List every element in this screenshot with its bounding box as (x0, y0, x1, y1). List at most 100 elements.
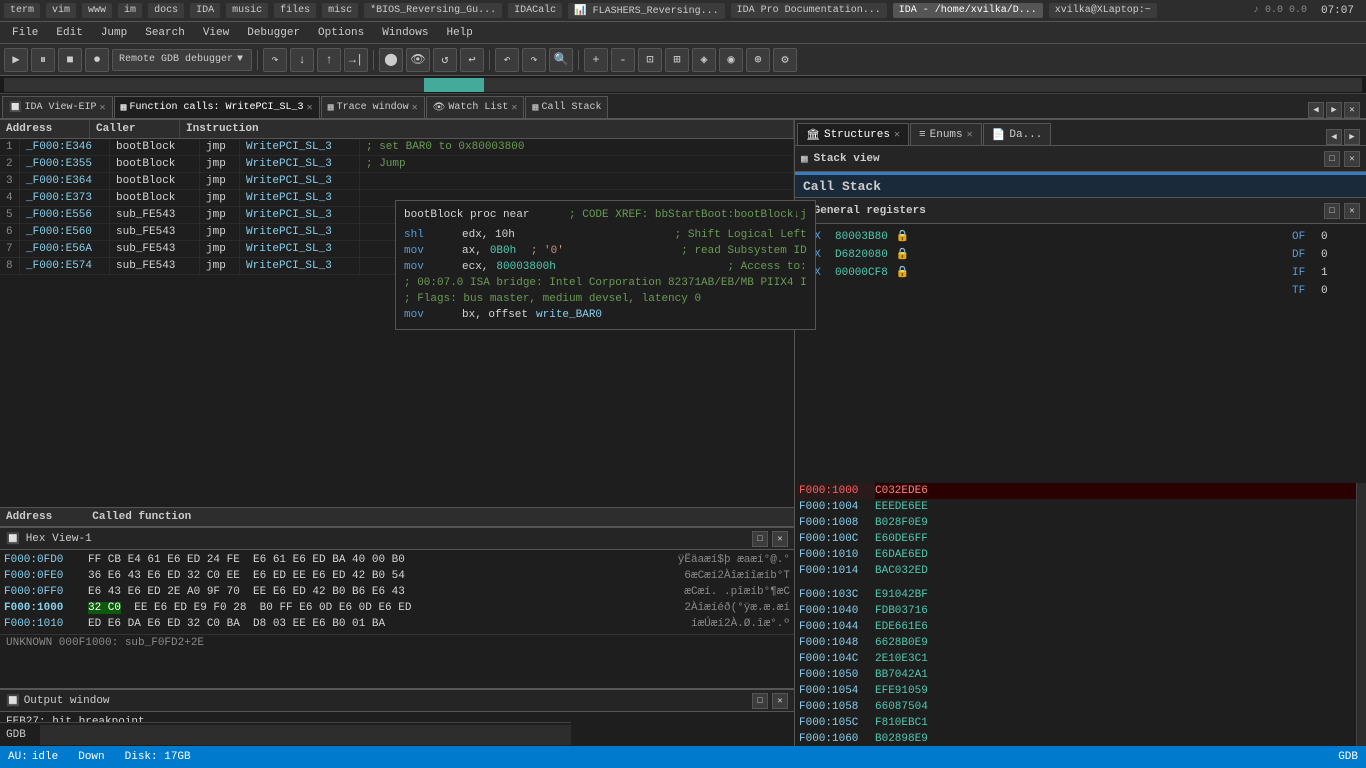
hex-view-close[interactable]: ✕ (772, 531, 788, 547)
debugger-dropdown[interactable]: Remote GDB debugger ▼ (112, 49, 252, 71)
menu-debugger[interactable]: Debugger (239, 25, 308, 41)
zoom-out-button[interactable]: - (611, 48, 635, 72)
record-button[interactable]: ⏺ (85, 48, 109, 72)
tab-watch-label: Watch List (448, 102, 508, 113)
search-button[interactable]: 🔍 (549, 48, 573, 72)
step-out-button[interactable]: ↑ (317, 48, 341, 72)
undo-button[interactable]: ↶ (495, 48, 519, 72)
step-into-button[interactable]: ↓ (290, 48, 314, 72)
title-tab-ida-home[interactable]: IDA - /home/xvilka/D... (893, 3, 1043, 18)
status-bar: AU: idle Down Disk: 17GB GDB (0, 746, 1366, 768)
title-tab-im[interactable]: im (118, 3, 142, 18)
stack-view-minimize[interactable]: □ (1324, 151, 1340, 167)
tab-nav-right[interactable]: ▶ (1326, 102, 1342, 118)
tab-watch-close[interactable]: ✕ (511, 102, 517, 114)
title-tab-bios[interactable]: *BIOS_Reversing_Gu... (364, 3, 502, 18)
code-line-mov3: mov bx, offset write_BAR0 (404, 307, 807, 323)
menu-edit[interactable]: Edit (48, 25, 90, 41)
tab-trace-close[interactable]: ✕ (412, 102, 418, 114)
tab-watch[interactable]: 👁 Watch List ✕ (426, 96, 525, 118)
bottom-section: 🔲 Hex View-1 □ ✕ F000:0FD0 FF CB E4 61 E… (0, 526, 794, 768)
registers-close[interactable]: ✕ (1344, 203, 1360, 219)
step-back-button[interactable]: ↩ (460, 48, 484, 72)
play-button[interactable]: ▶ (4, 48, 28, 72)
enums-close[interactable]: ✕ (967, 129, 973, 141)
output-minimize[interactable]: □ (752, 693, 768, 709)
stack-row: F000:1004 EEEDE6EE (795, 499, 1356, 515)
title-tab-idadoc[interactable]: IDA Pro Documentation... (731, 3, 887, 18)
tab-func-calls[interactable]: ▦ Function calls: WritePCI_SL_3 ✕ (114, 96, 320, 118)
hex-view-minimize[interactable]: □ (752, 531, 768, 547)
call-stack-title-text: Call Stack (803, 179, 881, 194)
breakpoint-button[interactable]: ⬤ (379, 48, 403, 72)
separator-2 (373, 50, 374, 70)
tab-structures[interactable]: 🏛 Structures ✕ (797, 123, 909, 145)
title-tab-music[interactable]: music (226, 3, 268, 18)
menu-view[interactable]: View (195, 25, 237, 41)
graph-button[interactable]: ◈ (692, 48, 716, 72)
table-row[interactable]: 2 _F000:E355 bootBlock jmp WritePCI_SL_3… (0, 156, 794, 173)
tab-enums[interactable]: ≡ Enums ✕ (910, 123, 982, 145)
da-icon: 📄 (992, 128, 1006, 142)
output-close[interactable]: ✕ (772, 693, 788, 709)
toolbar: ▶ ⏸ ■ ⏺ Remote GDB debugger ▼ ↷ ↓ ↑ →| ⬤… (0, 44, 1366, 76)
header-address: Address (0, 120, 90, 138)
fit-button[interactable]: ⊡ (638, 48, 662, 72)
output-title: Output window (24, 695, 110, 707)
watch-button[interactable]: 👁 (406, 48, 430, 72)
pause-button[interactable]: ⏸ (31, 48, 55, 72)
hex-view-header: 🔲 Hex View-1 □ ✕ (0, 528, 794, 550)
registers-minimize[interactable]: □ (1324, 203, 1340, 219)
title-tab-misc[interactable]: misc (322, 3, 358, 18)
status-disk-value: Disk: 17GB (125, 751, 191, 763)
zoom-in-button[interactable]: + (584, 48, 608, 72)
menu-file[interactable]: File (4, 25, 46, 41)
tab-trace[interactable]: ▦ Trace window ✕ (321, 96, 425, 118)
hex-view: 🔲 Hex View-1 □ ✕ F000:0FD0 FF CB E4 61 E… (0, 528, 794, 688)
title-tab-terminal[interactable]: xvilka@XLaptop:~ (1049, 3, 1157, 18)
tab-da[interactable]: 📄 Da... (983, 123, 1052, 145)
gdb-input[interactable] (40, 725, 571, 745)
stack-row: F000:1014 BAC032ED (795, 563, 1356, 579)
reg-row-ecx: ECX D6820080 🔒 (801, 246, 1280, 264)
reg-row-eax: EAX 80003B80 🔒 (801, 228, 1280, 246)
nav-button[interactable]: ◉ (719, 48, 743, 72)
tab-close-all[interactable]: ✕ (1344, 102, 1360, 118)
title-tab-idacalc[interactable]: IDACalc (508, 3, 562, 18)
tab-ida-view[interactable]: 🔲 IDA View-EIP ✕ (2, 96, 113, 118)
extra-button[interactable]: ⊕ (746, 48, 770, 72)
title-tab-flashers[interactable]: 📊 FLASHERS_Reversing... (568, 3, 724, 19)
tab-func-calls-close[interactable]: ✕ (307, 102, 313, 114)
menu-jump[interactable]: Jump (93, 25, 135, 41)
stack-scrollbar[interactable] (1356, 483, 1366, 768)
structures-close[interactable]: ✕ (894, 129, 900, 141)
tab-nav-left[interactable]: ◀ (1308, 102, 1324, 118)
settings-button[interactable]: ⚙ (773, 48, 797, 72)
gdb-status-label: GDB (1338, 751, 1358, 763)
stack-view-close[interactable]: ✕ (1344, 151, 1360, 167)
title-tab-www[interactable]: www (82, 3, 112, 18)
tab-ida-view-close[interactable]: ✕ (99, 102, 105, 114)
clock: 07:07 (1313, 5, 1362, 17)
run-to-cursor-button[interactable]: →| (344, 48, 368, 72)
menu-options[interactable]: Options (310, 25, 372, 41)
table-row[interactable]: 1 _F000:E346 bootBlock jmp WritePCI_SL_3… (0, 139, 794, 156)
title-tab-vim[interactable]: vim (46, 3, 76, 18)
stack-view-title: Stack view (814, 153, 880, 165)
refresh-button[interactable]: ↺ (433, 48, 457, 72)
redo-button[interactable]: ↷ (522, 48, 546, 72)
tab-callstack[interactable]: ▦ Call Stack (525, 96, 608, 118)
table-row[interactable]: 3 _F000:E364 bootBlock jmp WritePCI_SL_3 (0, 173, 794, 190)
right-tab-right[interactable]: ▶ (1344, 129, 1360, 145)
right-tab-left[interactable]: ◀ (1326, 129, 1342, 145)
menu-search[interactable]: Search (137, 25, 193, 41)
stop-button[interactable]: ■ (58, 48, 82, 72)
title-tab-ida[interactable]: IDA (190, 3, 220, 18)
step-over-button[interactable]: ↷ (263, 48, 287, 72)
title-tab-docs[interactable]: docs (148, 3, 184, 18)
menu-help[interactable]: Help (438, 25, 480, 41)
menu-windows[interactable]: Windows (374, 25, 436, 41)
layout-button[interactable]: ⊞ (665, 48, 689, 72)
title-tab-term[interactable]: term (4, 3, 40, 18)
title-tab-files[interactable]: files (274, 3, 316, 18)
